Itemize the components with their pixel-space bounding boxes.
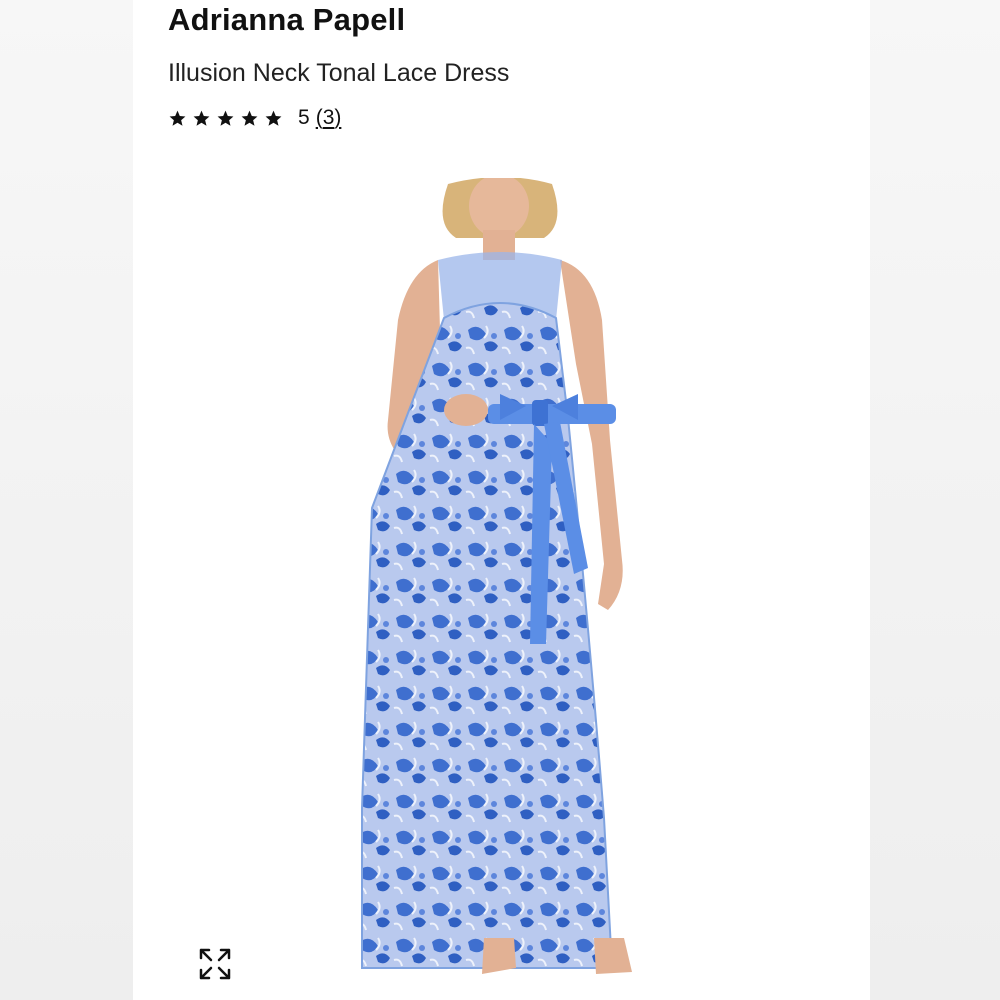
left-blurred-margin (0, 0, 133, 1000)
product-image[interactable] (176, 174, 828, 990)
star-icon (169, 110, 186, 126)
star-icon (193, 110, 210, 126)
brand-name[interactable]: Adrianna Papell (168, 2, 405, 38)
review-count: 3 (322, 106, 335, 129)
right-blurred-margin (870, 0, 1000, 1000)
rating-value: 5 (298, 106, 310, 129)
product-title: Illusion Neck Tonal Lace Dress (168, 59, 510, 87)
dress-model-illustration (361, 174, 632, 974)
expand-arrows-icon (199, 948, 231, 980)
rating-row: 5 (3) (168, 106, 341, 130)
paren-open: ( (315, 106, 323, 129)
star-rating (168, 109, 283, 128)
paren-close: ) (334, 106, 342, 129)
star-icon (265, 110, 282, 126)
review-count-link[interactable]: (3) (316, 106, 342, 130)
product-card: Adrianna Papell Illusion Neck Tonal Lace… (133, 0, 870, 1000)
star-icon (217, 110, 234, 126)
expand-image-button[interactable] (195, 944, 235, 984)
star-icon (241, 110, 258, 126)
